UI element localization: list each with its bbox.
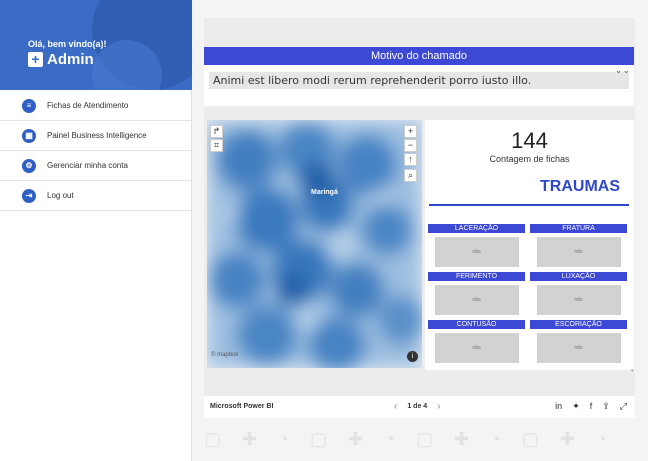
tile-label: LUXAÇÃO (530, 272, 627, 281)
next-page-button[interactable]: › (437, 401, 440, 412)
tile-laceracao[interactable]: LACERAÇÃO não (428, 224, 525, 267)
share-icons: in ✦ f ⇪ ⤢ (555, 401, 627, 412)
user-name: + Admin (28, 51, 94, 68)
powerbi-brand-link[interactable]: Microsoft Power BI (210, 403, 273, 410)
dropdown-value[interactable]: Animi est libero modi rerum reprehenderi… (209, 72, 629, 89)
info-icon[interactable]: i (407, 351, 418, 362)
tile-value: não (434, 285, 519, 315)
sidebar-item-logout[interactable]: ⇥ Log out (0, 181, 192, 211)
tile-label: FERIMENTO (428, 272, 525, 281)
sidebar-header: Olá, bem vindo(a)! + Admin (0, 0, 192, 90)
report-title: Motivo do chamado (204, 47, 634, 65)
sidebar-item-label: Painel Business Intelligence (47, 131, 147, 140)
background-pattern: ▢ ✚ ◔ ▢ ✚ ◔ ▢ ✚ ◔ ▢ ✚ ◔ (192, 418, 648, 461)
tile-label: CONTUSÃO (428, 320, 525, 329)
kpi-panel: 144 Contagem de fichas TRAUMAS LACERAÇÃO… (425, 120, 634, 370)
user-name-label: Admin (47, 51, 94, 68)
sidebar: Olá, bem vindo(a)! + Admin ≡ Fichas de A… (0, 0, 192, 461)
dashboard-icon: ▦ (22, 128, 36, 143)
heat-map[interactable]: ↱ ⌗ + − ↑ ⌕ Maringá © mapbox i (207, 120, 422, 368)
kpi-value: 144 (511, 128, 548, 153)
twitter-icon[interactable]: ✦ (572, 401, 580, 412)
tile-value: não (536, 285, 621, 315)
fullscreen-icon[interactable]: ⤢ (620, 401, 627, 412)
sidebar-item-label: Fichas de Atendimento (47, 101, 129, 110)
reason-dropdown[interactable]: Animi est libero modi rerum reprehenderi… (204, 65, 634, 106)
tile-value: não (536, 237, 621, 267)
tile-label: LACERAÇÃO (428, 224, 525, 233)
tile-value: não (434, 333, 519, 363)
city-label: Maringá (311, 189, 338, 196)
powerbi-footer: Microsoft Power BI ‹ 1 de 4 › in ✦ f ⇪ ⤢ (204, 396, 635, 418)
sidebar-item-account[interactable]: ⚙ Gerenciar minha conta (0, 151, 192, 181)
select-icon[interactable]: ⌗ (210, 139, 223, 152)
list-icon: ≡ (22, 98, 36, 113)
heatmap-svg (207, 120, 422, 368)
logout-icon: ⇥ (22, 188, 36, 203)
chevron-down-icon[interactable]: ⌄⌄ (615, 65, 630, 76)
prev-page-button[interactable]: ‹ (394, 401, 397, 412)
tile-fratura[interactable]: FRATURA não (530, 224, 627, 267)
sidebar-item-fichas[interactable]: ≡ Fichas de Atendimento (0, 91, 192, 121)
gear-icon: ⚙ (22, 158, 36, 173)
tile-label: ESCORIAÇÃO (530, 320, 627, 329)
reset-icon[interactable]: ↱ (210, 125, 223, 138)
app-root: Olá, bem vindo(a)! + Admin ≡ Fichas de A… (0, 0, 648, 461)
zoom-out-button[interactable]: − (404, 139, 417, 152)
sidebar-menu: ≡ Fichas de Atendimento ▦ Painel Busines… (0, 91, 192, 211)
sidebar-item-bi[interactable]: ▦ Painel Business Intelligence (0, 121, 192, 151)
page-indicator: 1 de 4 (407, 403, 428, 410)
kpi-label: Contagem de fichas (489, 154, 570, 164)
map-attribution: © mapbox (211, 352, 239, 358)
share-icon[interactable]: ⇪ (602, 401, 610, 412)
sidebar-item-label: Gerenciar minha conta (47, 161, 128, 170)
tile-luxacao[interactable]: LUXAÇÃO não (530, 272, 627, 315)
compass-icon[interactable]: ↑ (404, 153, 417, 166)
sidebar-item-label: Log out (47, 191, 74, 200)
facebook-icon[interactable]: f (590, 401, 593, 412)
tile-label: FRATURA (530, 224, 627, 233)
pager: ‹ 1 de 4 › (394, 401, 441, 412)
tile-contusao[interactable]: CONTUSÃO não (428, 320, 525, 363)
section-divider (429, 204, 629, 206)
tile-escoriacao[interactable]: ESCORIAÇÃO não (530, 320, 627, 363)
tile-ferimento[interactable]: FERIMENTO não (428, 272, 525, 315)
zoom-in-button[interactable]: + (404, 125, 417, 138)
section-title: TRAUMAS (540, 178, 620, 195)
tile-value: não (536, 333, 621, 363)
search-icon[interactable]: ⌕ (404, 169, 417, 182)
welcome-text: Olá, bem vindo(a)! (28, 39, 107, 49)
tile-value: não (434, 237, 519, 267)
linkedin-icon[interactable]: in (555, 401, 562, 412)
admin-plus-icon: + (28, 52, 43, 67)
scroll-down-icon[interactable]: ▾ (631, 368, 634, 374)
